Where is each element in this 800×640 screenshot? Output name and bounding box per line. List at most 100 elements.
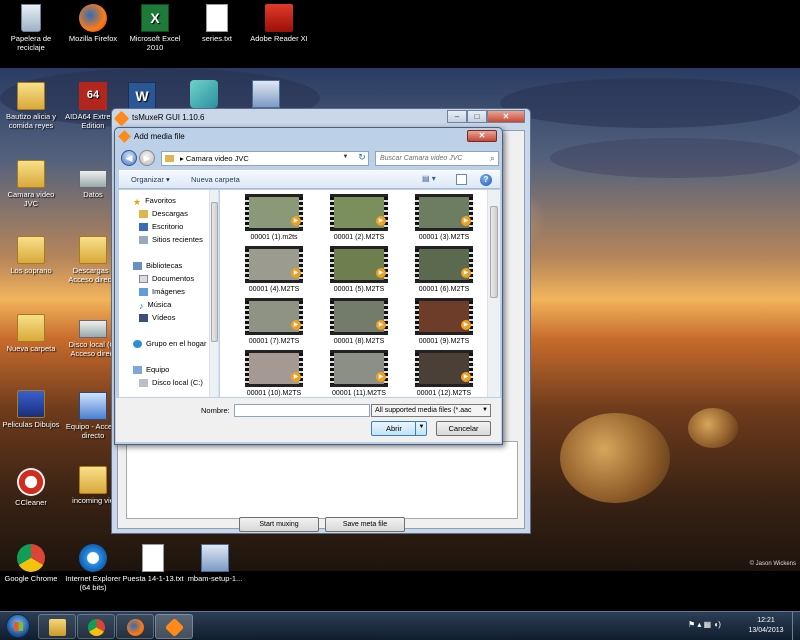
- desktop-icon-mbam[interactable]: mbam-setup-1...: [184, 544, 246, 583]
- taskbar-tsmuxer[interactable]: [155, 614, 193, 639]
- scroll-thumb[interactable]: [490, 206, 498, 298]
- file-item[interactable]: ▶ 00001 (2).M2TS: [318, 194, 400, 246]
- minimize-button[interactable]: –: [447, 110, 467, 123]
- system-tray[interactable]: ⚑ ▴ ▦ ◖): [688, 620, 721, 629]
- volume-icon[interactable]: ◖): [713, 620, 721, 629]
- desktop-icon-puesta[interactable]: Puesta 14-1-13.txt: [122, 544, 184, 583]
- tray-expand-icon[interactable]: ▴: [697, 620, 701, 629]
- preview-pane-button[interactable]: [456, 174, 467, 185]
- nav-musica[interactable]: ♪ Música: [139, 300, 171, 311]
- save-meta-file-button[interactable]: Save meta file: [325, 517, 405, 532]
- help-button[interactable]: ?: [480, 174, 492, 186]
- open-dropdown-button[interactable]: ▼: [415, 421, 427, 436]
- refresh-button[interactable]: ↻: [355, 151, 369, 166]
- maximize-button[interactable]: □: [467, 110, 487, 123]
- tsmuxer-output-panel: [126, 441, 518, 519]
- video-thumbnail: ▶: [330, 194, 388, 231]
- desktop-icon-los-soprano[interactable]: Los soprano: [0, 236, 62, 275]
- file-item[interactable]: ▶ 00001 (6).M2TS: [403, 246, 485, 298]
- tsmuxer-titlebar[interactable]: tsMuxeR GUI 1.10.6 – □ ✕: [112, 109, 530, 129]
- desktop-icon-ccleaner[interactable]: CCleaner: [0, 468, 62, 507]
- ie-icon: [79, 544, 107, 572]
- back-button[interactable]: ◀: [121, 150, 137, 166]
- folder-icon: [17, 314, 45, 342]
- file-item[interactable]: ▶ 00001 (8).M2TS: [318, 298, 400, 350]
- nav-sitios-recientes[interactable]: Sitios recientes: [139, 235, 203, 245]
- desktop-icon-app[interactable]: [184, 80, 224, 110]
- file-item[interactable]: ▶ 00001 (9).M2TS: [403, 298, 485, 350]
- nav-imagenes[interactable]: Imágenes: [139, 287, 185, 297]
- cancel-button[interactable]: Cancelar: [436, 421, 491, 436]
- start-button[interactable]: [6, 614, 30, 638]
- nav-disco-local[interactable]: Disco local (C:): [139, 378, 203, 388]
- video-play-icon: ▶: [291, 372, 301, 382]
- clock[interactable]: 12:21 13/04/2013: [742, 616, 790, 636]
- nav-descargas[interactable]: Descargas: [139, 209, 188, 219]
- close-button[interactable]: ✕: [487, 110, 525, 123]
- video-play-icon: ▶: [291, 216, 301, 226]
- file-item[interactable]: ▶ 00001 (1).m2ts: [233, 194, 315, 246]
- desktop-icon-excel[interactable]: X Microsoft Excel 2010: [124, 4, 186, 52]
- address-dropdown-button[interactable]: ▼: [340, 151, 351, 166]
- folder-shortcut-icon: [79, 236, 107, 264]
- start-muxing-button[interactable]: Start muxing: [239, 517, 319, 532]
- drive-icon: [139, 379, 148, 388]
- file-name: 00001 (3).M2TS: [418, 234, 470, 241]
- forward-button[interactable]: ▶: [139, 150, 155, 166]
- video-thumbnail: ▶: [245, 246, 303, 283]
- desktop-icon-ie[interactable]: Internet Explorer (64 bits): [62, 544, 124, 592]
- nav-documentos[interactable]: Documentos: [139, 274, 194, 284]
- documents-icon: [139, 275, 148, 284]
- explorer-icon: [49, 619, 66, 636]
- desktop-icon-camara-video[interactable]: Camara video JVC: [0, 160, 62, 208]
- video-play-icon: ▶: [376, 216, 386, 226]
- file-name: 00001 (2).M2TS: [333, 234, 385, 241]
- desktop-icon-series-txt[interactable]: series.txt: [186, 4, 248, 43]
- filename-input[interactable]: [234, 404, 370, 417]
- file-name: 00001 (5).M2TS: [333, 286, 385, 293]
- new-folder-button[interactable]: Nueva carpeta: [191, 175, 240, 184]
- address-bar[interactable]: ▸ Camara video JVC: [161, 151, 369, 166]
- file-name: 00001 (12).M2TS: [416, 390, 472, 397]
- desktop-icon-adobe-reader[interactable]: Adobe Reader XI: [248, 4, 310, 43]
- downloads-icon: [139, 210, 148, 219]
- file-item[interactable]: ▶ 00001 (7).M2TS: [233, 298, 315, 350]
- nav-videos[interactable]: Vídeos: [139, 313, 175, 323]
- file-item[interactable]: ▶ 00001 (11).M2TS: [318, 350, 400, 397]
- change-view-button[interactable]: ▤ ▾: [422, 174, 440, 186]
- file-name: 00001 (6).M2TS: [418, 286, 470, 293]
- nav-bibliotecas[interactable]: Bibliotecas: [133, 261, 182, 271]
- file-item[interactable]: ▶ 00001 (10).M2TS: [233, 350, 315, 397]
- taskbar-explorer[interactable]: [38, 614, 76, 639]
- desktop-icon-bautizo[interactable]: Bautizo alicia y comida reyes: [0, 82, 62, 130]
- desktop-icon-peliculas[interactable]: Peliculas Dibujos: [0, 390, 62, 429]
- nav-grupo-hogar[interactable]: Grupo en el hogar: [133, 339, 206, 349]
- taskbar-firefox[interactable]: [116, 614, 154, 639]
- search-input[interactable]: Buscar Camara video JVC ⌕: [375, 151, 499, 166]
- scroll-thumb[interactable]: [211, 202, 218, 342]
- nav-equipo[interactable]: Equipo: [133, 365, 169, 375]
- organize-menu[interactable]: Organizar ▾: [131, 175, 170, 184]
- file-item[interactable]: ▶ 00001 (5).M2TS: [318, 246, 400, 298]
- desktop-icon-recycle-bin[interactable]: Papelera de reciclaje: [0, 4, 62, 52]
- desktop-icon-installer[interactable]: [246, 80, 286, 110]
- show-desktop-button[interactable]: [792, 612, 800, 640]
- desktop-icon-firefox[interactable]: Mozilla Firefox: [62, 4, 124, 43]
- network-icon[interactable]: ▦: [704, 620, 712, 629]
- video-play-icon: ▶: [461, 320, 471, 330]
- dialog-close-button[interactable]: ✕: [467, 130, 497, 142]
- file-item[interactable]: ▶ 00001 (4).M2TS: [233, 246, 315, 298]
- nav-escritorio[interactable]: Escritorio: [139, 222, 183, 232]
- video-play-icon: ▶: [376, 372, 386, 382]
- desktop-icon-nueva-carpeta[interactable]: Nueva carpeta: [0, 314, 62, 353]
- dialog-titlebar[interactable]: Add media file ✕: [115, 128, 502, 146]
- file-item[interactable]: ▶ 00001 (3).M2TS: [403, 194, 485, 246]
- nav-scrollbar[interactable]: [209, 190, 218, 397]
- file-type-select[interactable]: All supported media files (*.aac ▼: [371, 404, 491, 417]
- taskbar-chrome[interactable]: [77, 614, 115, 639]
- file-list-scrollbar[interactable]: [487, 190, 500, 397]
- flag-icon[interactable]: ⚑: [688, 620, 695, 629]
- desktop-icon-chrome[interactable]: Google Chrome: [0, 544, 62, 583]
- nav-favoritos[interactable]: ★ Favoritos: [133, 196, 176, 207]
- file-item[interactable]: ▶ 00001 (12).M2TS: [403, 350, 485, 397]
